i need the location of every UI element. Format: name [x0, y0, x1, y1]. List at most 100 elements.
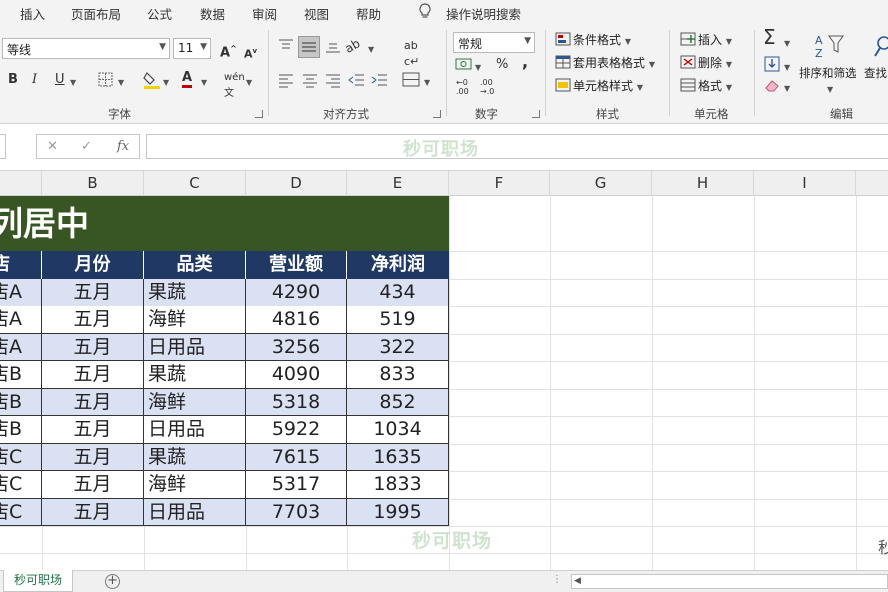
chevron-down-icon[interactable]: ▼ [246, 75, 252, 91]
chevron-down-icon[interactable]: ▼ [827, 82, 833, 98]
insert-cells-button[interactable]: 插入 ▼ [680, 32, 732, 50]
header-month[interactable]: 月份 [42, 251, 144, 279]
add-sheet-button[interactable]: + [105, 574, 120, 589]
chevron-down-icon[interactable]: ▼ [784, 81, 790, 97]
fill-color-icon[interactable] [143, 70, 161, 90]
tab-insert[interactable]: 插入 [20, 4, 45, 23]
conditional-formatting-button[interactable]: 条件格式 ▼ [555, 32, 631, 50]
table-cell[interactable]: 1995 [347, 498, 449, 527]
column-header-i[interactable]: I [754, 171, 856, 196]
column-header-g[interactable]: G [550, 171, 652, 196]
table-cell[interactable]: 7703 [246, 498, 347, 527]
table-cell[interactable]: 日用品 [144, 416, 246, 444]
table-cell[interactable]: 五月 [42, 388, 144, 417]
cancel-icon[interactable]: ✕ [47, 139, 58, 154]
column-header-h[interactable]: H [652, 171, 754, 196]
table-cell[interactable]: 店A [0, 306, 42, 334]
column-header-b[interactable]: B [42, 171, 144, 196]
column-header-f[interactable]: F [449, 171, 550, 196]
table-cell[interactable]: 5317 [246, 471, 347, 499]
table-cell[interactable]: 海鲜 [144, 388, 246, 417]
tab-formulas[interactable]: 公式 [147, 4, 172, 23]
currency-icon[interactable] [455, 56, 473, 72]
table-cell[interactable]: 店C [0, 471, 42, 499]
table-cell[interactable]: 4816 [246, 306, 347, 334]
chevron-down-icon[interactable]: ▼ [784, 36, 790, 52]
decrease-decimal-icon[interactable]: .00 →.0 [480, 78, 494, 96]
format-cells-button[interactable]: 格式 ▼ [680, 78, 732, 96]
header-net-profit[interactable]: 净利润 [347, 251, 449, 279]
table-cell[interactable]: 五月 [42, 361, 144, 389]
tab-data[interactable]: 数据 [200, 4, 225, 23]
table-cell[interactable]: 833 [347, 361, 449, 389]
table-cell[interactable]: 店C [0, 443, 42, 472]
number-dialog-launcher-icon[interactable] [532, 110, 540, 118]
table-cell[interactable]: 852 [347, 388, 449, 417]
alignment-dialog-launcher-icon[interactable] [433, 110, 441, 118]
header-category[interactable]: 品类 [144, 251, 246, 279]
chevron-down-icon[interactable]: ▼ [163, 75, 169, 91]
increase-decimal-icon[interactable]: ←0.00 [456, 78, 469, 96]
table-cell[interactable]: 果蔬 [144, 279, 246, 307]
merge-center-icon[interactable] [402, 72, 420, 88]
wrap-text-icon[interactable]: ab c↵ [404, 38, 419, 70]
table-cell[interactable]: 店B [0, 361, 42, 389]
fill-down-icon[interactable] [764, 56, 780, 72]
table-cell[interactable]: 五月 [42, 416, 144, 444]
table-cell[interactable]: 7615 [246, 443, 347, 472]
align-middle-button[interactable] [298, 36, 320, 58]
align-left-icon[interactable] [278, 72, 294, 88]
chevron-down-icon[interactable]: ▼ [368, 42, 374, 58]
column-header-e[interactable]: E [347, 171, 449, 196]
horizontal-scrollbar[interactable]: ◀ [571, 574, 888, 589]
lightbulb-icon[interactable] [418, 3, 432, 20]
table-cell[interactable]: 店B [0, 388, 42, 417]
tab-help[interactable]: 帮助 [356, 4, 381, 23]
header-revenue[interactable]: 营业额 [246, 251, 347, 279]
table-cell[interactable]: 4090 [246, 361, 347, 389]
table-cell[interactable]: 海鲜 [144, 306, 246, 334]
table-cell[interactable]: 五月 [42, 306, 144, 334]
table-cell[interactable]: 海鲜 [144, 471, 246, 499]
orientation-icon[interactable]: ab [342, 35, 363, 56]
table-cell[interactable]: 5922 [246, 416, 347, 444]
name-box[interactable] [0, 134, 6, 159]
chevron-down-icon[interactable]: ▼ [784, 60, 790, 76]
chevron-down-icon[interactable]: ▼ [424, 75, 430, 91]
increase-font-icon[interactable]: A^ [220, 41, 237, 61]
comma-button[interactable]: , [522, 54, 528, 70]
table-cell[interactable]: 果蔬 [144, 443, 246, 472]
table-cell[interactable]: 日用品 [144, 333, 246, 362]
sheet-tab-active[interactable]: 秒可职场 [3, 570, 73, 592]
find-icon[interactable] [874, 34, 888, 60]
table-cell[interactable]: 五月 [42, 498, 144, 527]
formula-input[interactable]: 秒可职场 [146, 134, 888, 160]
table-cell[interactable]: 1833 [347, 471, 449, 499]
table-cell[interactable]: 店A [0, 279, 42, 307]
font-size-box[interactable]: 11 ▼ [173, 38, 211, 59]
align-right-icon[interactable] [325, 72, 341, 88]
table-cell[interactable]: 店B [0, 416, 42, 444]
tab-review[interactable]: 审阅 [252, 4, 277, 23]
table-cell[interactable]: 434 [347, 279, 449, 307]
align-bottom-icon[interactable] [325, 38, 341, 54]
decrease-font-icon[interactable]: Av [244, 43, 257, 63]
font-dialog-launcher-icon[interactable] [255, 110, 263, 118]
sheet-title[interactable]: 列居中 [0, 196, 449, 251]
delete-cells-button[interactable]: 删除 ▼ [680, 55, 732, 73]
chevron-down-icon[interactable]: ▼ [201, 75, 207, 91]
table-cell[interactable]: 店C [0, 498, 42, 527]
column-header-d[interactable]: D [246, 171, 347, 196]
table-cell[interactable]: 五月 [42, 279, 144, 307]
table-cell[interactable]: 日用品 [144, 498, 246, 527]
table-cell[interactable]: 五月 [42, 471, 144, 499]
eraser-icon[interactable] [764, 78, 780, 92]
align-top-icon[interactable] [278, 38, 294, 54]
table-cell[interactable]: 3256 [246, 333, 347, 362]
tab-page-layout[interactable]: 页面布局 [71, 4, 121, 23]
font-name-box[interactable]: 等线 ▼ [2, 38, 170, 59]
insert-function-icon[interactable]: fx [117, 139, 129, 154]
table-cell[interactable]: 1635 [347, 443, 449, 472]
column-header-a[interactable] [0, 171, 42, 196]
enter-icon[interactable]: ✓ [81, 139, 92, 154]
